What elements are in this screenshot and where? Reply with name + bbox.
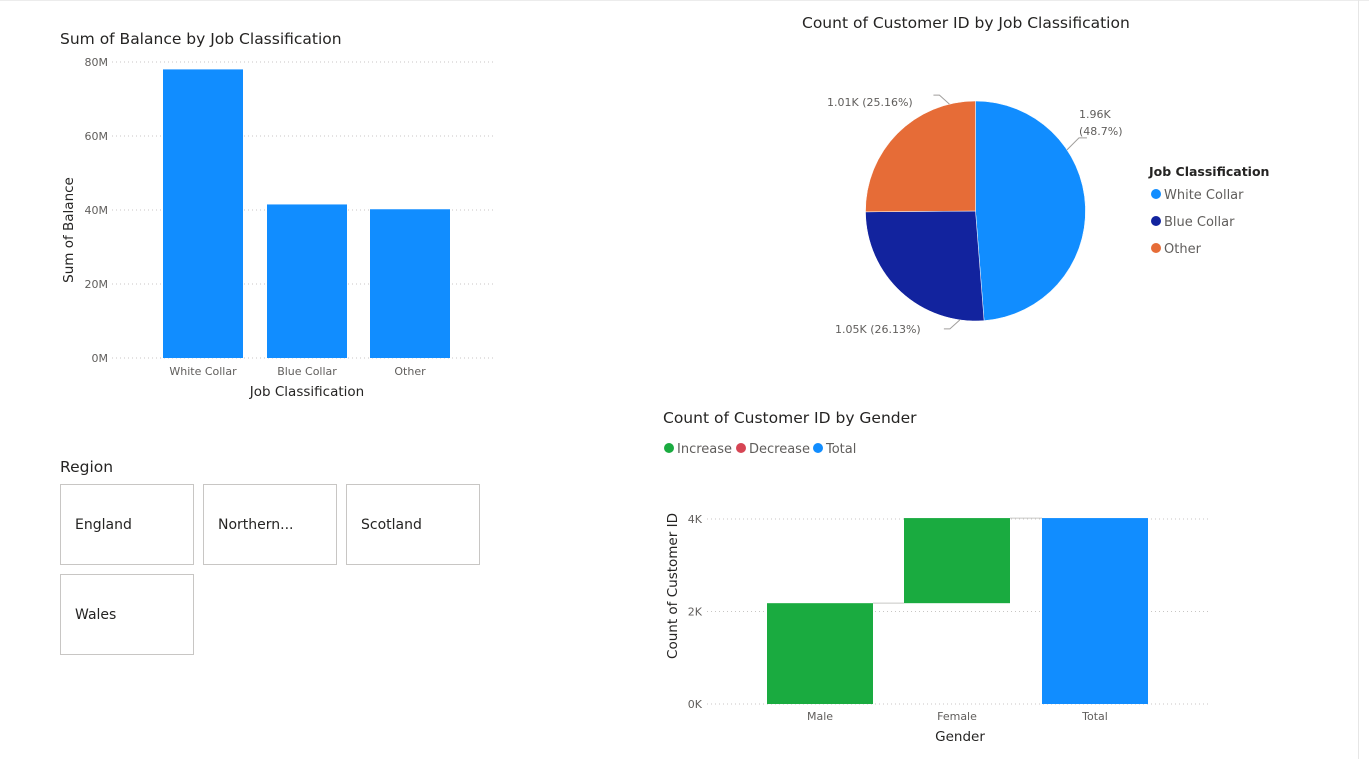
balance-y-tick-label: 60M: [85, 130, 109, 143]
waterfall-bar-total[interactable]: [1042, 518, 1148, 704]
legend-marker-blue-collar: [1151, 216, 1161, 226]
bar-white-collar[interactable]: [163, 69, 243, 359]
slicer-item-england[interactable]: England: [60, 484, 194, 565]
slicer-item-wales[interactable]: Wales: [60, 574, 194, 655]
pie-leader-line: [943, 319, 961, 330]
balance-y-tick-label: 40M: [85, 204, 109, 217]
balance-y-tick-label: 0M: [92, 352, 109, 365]
legend-item-increase[interactable]: Increase: [677, 442, 732, 457]
waterfall-bar-male[interactable]: [767, 603, 873, 704]
balance-y-tick-label: 20M: [85, 278, 109, 291]
gender-y-tick-label: 2K: [688, 606, 703, 619]
legend-marker-increase: [664, 443, 674, 453]
balance-x-tick-label: Other: [394, 365, 426, 378]
legend-item-other[interactable]: Other: [1164, 242, 1202, 257]
pie-label-blue-collar: 1.05K (26.13%): [835, 323, 921, 336]
pie-leader-line: [933, 94, 950, 105]
legend-item-white-collar[interactable]: White Collar: [1164, 188, 1244, 203]
balance-bar-chart[interactable]: Sum of Balance by Job Classification 0M 2…: [50, 20, 530, 400]
gender-y-axis-title: Count of Customer ID: [665, 513, 681, 659]
legend-marker-other: [1151, 243, 1161, 253]
balance-x-axis-title: Job Classification: [249, 384, 364, 400]
balance-x-tick-label: White Collar: [169, 365, 237, 378]
region-slicer-title: Region: [60, 458, 114, 476]
pie-slice-blue-collar[interactable]: [865, 210, 985, 322]
pie-leader-line: [1066, 137, 1087, 151]
gender-x-axis-title: Gender: [935, 729, 985, 745]
gender-chart-title: Count of Customer ID by Gender: [663, 409, 917, 427]
legend-marker-total: [813, 443, 823, 453]
gender-y-tick-label: 0K: [688, 698, 703, 711]
balance-y-tick-label: 80M: [85, 56, 109, 69]
job-classification-pie-chart[interactable]: Count of Customer ID by Job Classificati…: [790, 5, 1350, 345]
gender-x-tick-label: Total: [1081, 710, 1108, 723]
pie-label-other: 1.01K (25.16%): [827, 96, 913, 109]
page-right-border: [1358, 0, 1359, 759]
slicer-item-scotland[interactable]: Scotland: [346, 484, 480, 565]
slicer-item-northern-ireland[interactable]: Northern...: [203, 484, 337, 565]
gender-waterfall-chart[interactable]: Count of Customer ID by Gender Increase D…: [655, 400, 1215, 750]
balance-x-tick-label: Blue Collar: [277, 365, 337, 378]
legend-item-decrease[interactable]: Decrease: [749, 442, 810, 457]
legend-item-blue-collar[interactable]: Blue Collar: [1164, 215, 1235, 230]
waterfall-bar-female[interactable]: [904, 518, 1010, 604]
balance-y-axis-title: Sum of Balance: [61, 177, 77, 283]
pie-slice-white-collar[interactable]: [975, 100, 1086, 321]
page-top-border: [0, 0, 1369, 1]
legend-item-total[interactable]: Total: [825, 442, 856, 457]
gender-x-tick-label: Female: [937, 710, 977, 723]
bar-other[interactable]: [370, 209, 450, 358]
gender-x-tick-label: Male: [807, 710, 833, 723]
legend-marker-decrease: [736, 443, 746, 453]
gender-y-tick-label: 4K: [688, 513, 703, 526]
balance-chart-title: Sum of Balance by Job Classification: [60, 30, 342, 48]
pie-label-white-collar-percent: (48.7%): [1079, 125, 1123, 138]
pie-slice-other[interactable]: [865, 100, 976, 213]
pie-legend-title: Job Classification: [1148, 164, 1269, 179]
bar-blue-collar[interactable]: [267, 204, 347, 358]
legend-marker-white-collar: [1151, 189, 1161, 199]
pie-label-white-collar-value: 1.96K: [1079, 108, 1111, 121]
pie-chart-title: Count of Customer ID by Job Classificati…: [802, 14, 1130, 32]
